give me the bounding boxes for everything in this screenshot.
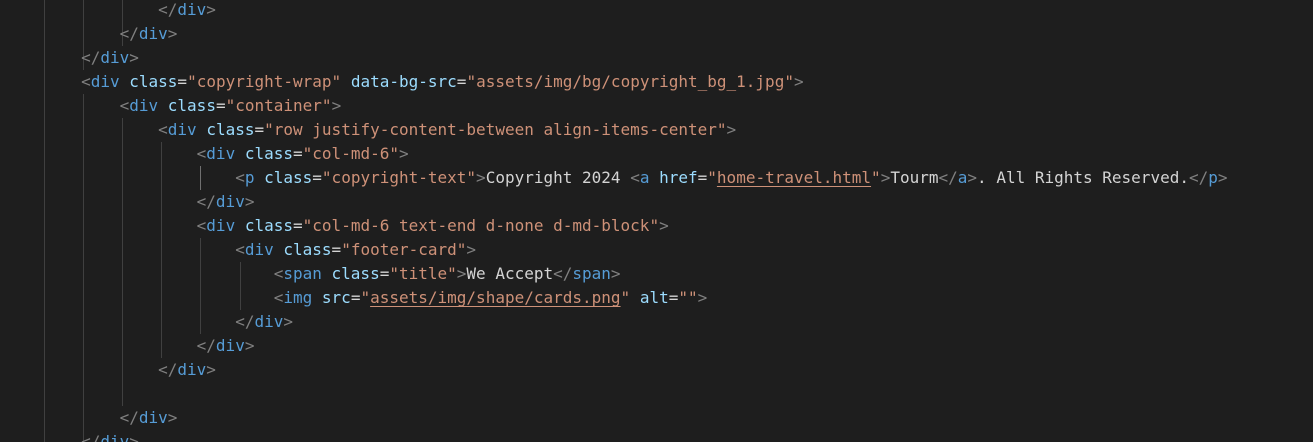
code-editor[interactable]: </div> </div> </div> <div class="copyrig… xyxy=(0,0,1313,442)
code-line[interactable]: </div> xyxy=(4,46,139,70)
code-line[interactable]: </div> xyxy=(4,22,178,46)
code-line[interactable]: </div> xyxy=(4,190,255,214)
code-line[interactable]: </div> xyxy=(4,334,255,358)
code-line-empty[interactable] xyxy=(4,382,14,406)
link-cards-image[interactable]: assets/img/shape/cards.png xyxy=(370,288,620,307)
code-line[interactable]: <p class="copyright-text">Copyright 2024… xyxy=(4,166,1227,190)
link-home-travel[interactable]: home-travel.html xyxy=(717,168,871,187)
code-line[interactable]: </div> xyxy=(4,0,216,22)
code-line[interactable]: <div class="row justify-content-between … xyxy=(4,118,736,142)
code-line[interactable]: <img src="assets/img/shape/cards.png" al… xyxy=(4,286,708,310)
code-line[interactable]: <div class="container"> xyxy=(4,94,342,118)
code-line[interactable]: <span class="title">We Accept</span> xyxy=(4,262,621,286)
code-line[interactable]: <div class="col-md-6"> xyxy=(4,142,409,166)
code-line[interactable]: </div> xyxy=(4,358,216,382)
code-line[interactable]: <div class="footer-card"> xyxy=(4,238,476,262)
code-line[interactable]: <div class="col-md-6 text-end d-none d-m… xyxy=(4,214,669,238)
code-line[interactable]: </div> xyxy=(4,430,139,442)
code-line[interactable]: </div> xyxy=(4,310,293,334)
code-line[interactable]: </div> xyxy=(4,406,178,430)
code-line[interactable]: <div class="copyright-wrap" data-bg-src=… xyxy=(4,70,804,94)
